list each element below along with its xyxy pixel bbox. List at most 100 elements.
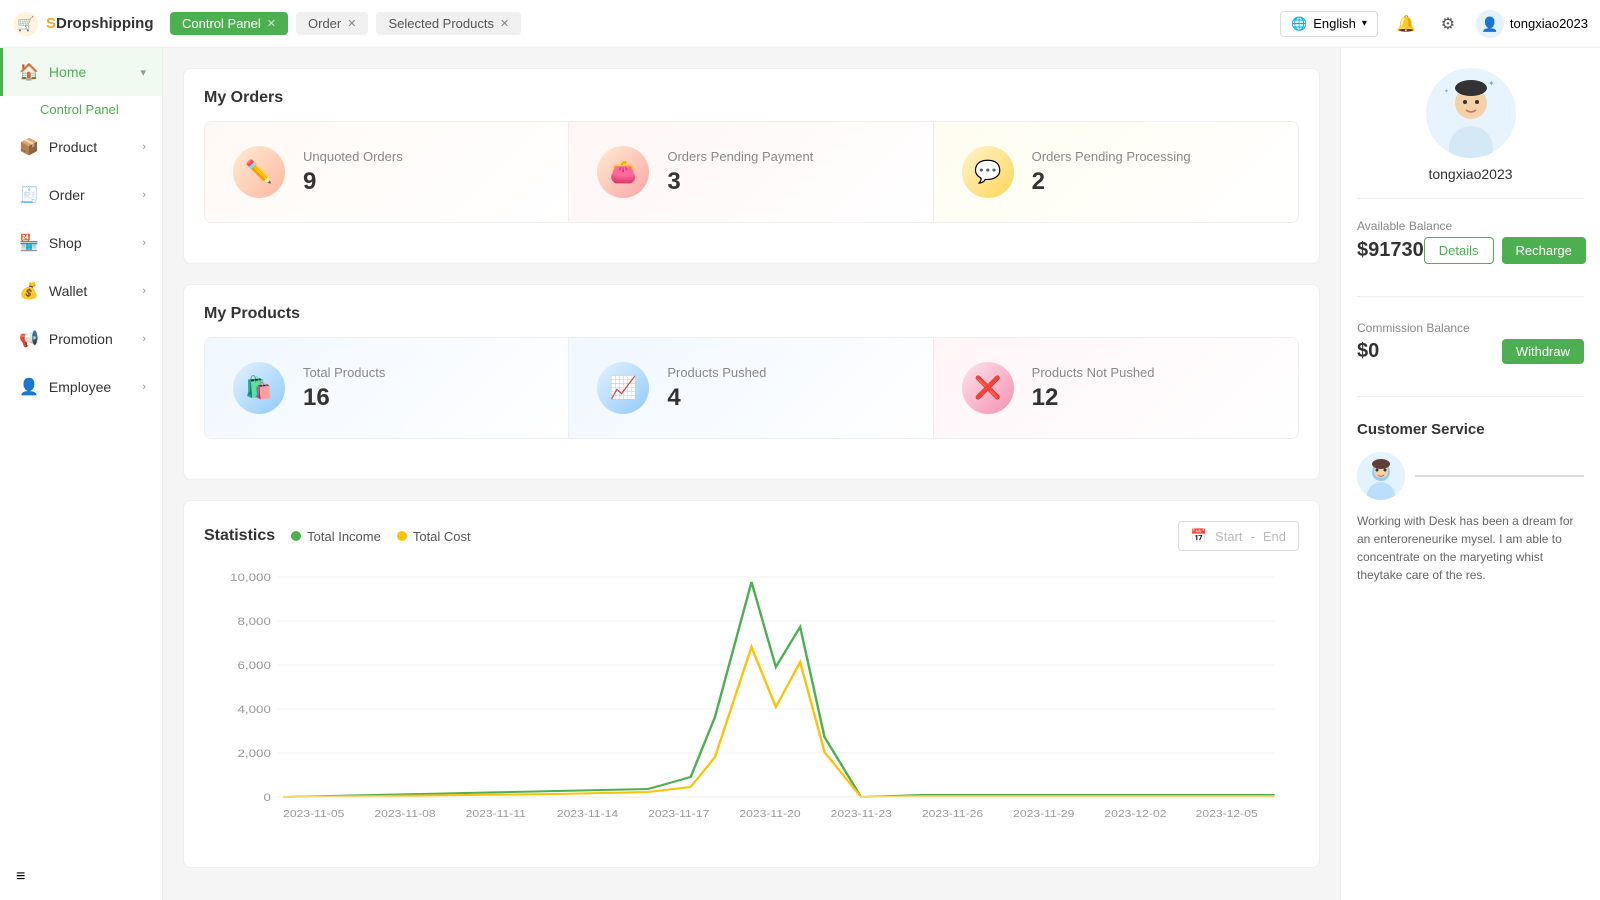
available-balance-row: $91730 Details Recharge — [1357, 237, 1584, 264]
withdraw-button[interactable]: Withdraw — [1502, 339, 1584, 364]
sidebar-item-order[interactable]: 🧾 Order › — [0, 171, 162, 219]
user-avatar-small: 👤 — [1476, 10, 1504, 38]
promotion-icon: 📢 — [19, 329, 39, 349]
commission-balance-section: Commission Balance $0 Withdraw — [1357, 321, 1584, 372]
employee-icon: 👤 — [19, 377, 39, 397]
products-not-pushed-icon: ❌ — [962, 362, 1014, 414]
calendar-icon: 📅 — [1191, 528, 1207, 544]
sidebar-item-employee[interactable]: 👤 Employee › — [0, 363, 162, 411]
chevron-shop-icon: › — [142, 237, 146, 249]
tab-close-control-panel[interactable]: ✕ — [267, 17, 276, 30]
user-avatar-large: ✦ ✦ — [1426, 68, 1516, 158]
svg-text:6,000: 6,000 — [237, 659, 271, 672]
products-not-pushed-card: ❌ Products Not Pushed 12 — [934, 338, 1298, 438]
shop-icon: 🏪 — [19, 233, 39, 253]
svg-text:👤: 👤 — [1481, 16, 1498, 33]
customer-service-title: Customer Service — [1357, 421, 1584, 438]
sidebar-item-shop[interactable]: 🏪 Shop › — [0, 219, 162, 267]
wallet-icon: 💰 — [19, 281, 39, 301]
unquoted-orders-icon: ✏️ — [233, 146, 285, 198]
income-dot — [291, 531, 301, 541]
available-balance-actions: Details Recharge — [1424, 237, 1586, 264]
products-pushed-label: Products Pushed — [667, 365, 766, 380]
chevron-employee-icon: › — [142, 381, 146, 393]
logo-text: SDropshipping — [46, 15, 154, 32]
pending-processing-value: 2 — [1032, 168, 1191, 196]
sidebar-bottom-menu[interactable]: ≡ — [0, 854, 162, 900]
total-products-value: 16 — [303, 384, 385, 412]
balance-divider — [1357, 296, 1584, 297]
main-layout: 🏠 Home ▾ Control Panel 📦 Product › 🧾 Ord… — [0, 48, 1600, 900]
language-selector[interactable]: 🌐 English ▾ — [1280, 11, 1378, 37]
svg-text:✦: ✦ — [1444, 88, 1449, 95]
order-icon: 🧾 — [19, 185, 39, 205]
sidebar-sub-control-panel[interactable]: Control Panel — [0, 96, 162, 123]
products-pushed-card: 📈 Products Pushed 4 — [569, 338, 933, 438]
legend-total-cost: Total Cost — [397, 529, 471, 544]
sidebar-item-home[interactable]: 🏠 Home ▾ — [0, 48, 162, 96]
svg-text:10,000: 10,000 — [230, 571, 271, 584]
cs-message-text: Working with Desk has been a dream for a… — [1357, 512, 1584, 584]
svg-text:2023-12-02: 2023-12-02 — [1104, 809, 1166, 820]
unquoted-orders-value: 9 — [303, 168, 403, 196]
svg-text:2023-11-11: 2023-11-11 — [466, 809, 526, 820]
settings-gear-icon[interactable]: ⚙ — [1434, 10, 1462, 38]
unquoted-orders-card: ✏️ Unquoted Orders 9 — [205, 122, 569, 222]
home-icon: 🏠 — [19, 62, 39, 82]
user-info[interactable]: 👤 tongxiao2023 — [1476, 10, 1588, 38]
cost-dot — [397, 531, 407, 541]
pending-payment-label: Orders Pending Payment — [667, 149, 813, 164]
chevron-product-icon: › — [142, 141, 146, 153]
my-orders-section: My Orders ✏️ Unquoted Orders 9 👛 Orders … — [183, 68, 1320, 264]
unquoted-orders-label: Unquoted Orders — [303, 149, 403, 164]
sidebar-item-product[interactable]: 📦 Product › — [0, 123, 162, 171]
cs-status-line — [1415, 475, 1584, 477]
details-button[interactable]: Details — [1424, 237, 1494, 264]
total-products-icon: 🛍️ — [233, 362, 285, 414]
svg-text:2023-11-08: 2023-11-08 — [374, 809, 435, 820]
commission-balance-value: $0 — [1357, 340, 1379, 363]
available-balance-label: Available Balance — [1357, 219, 1584, 233]
tab-order[interactable]: Order ✕ — [296, 12, 368, 35]
svg-text:0: 0 — [263, 791, 271, 804]
tab-close-order[interactable]: ✕ — [347, 17, 356, 30]
notification-bell-icon[interactable]: 🔔 — [1392, 10, 1420, 38]
available-balance-value: $91730 — [1357, 239, 1424, 262]
svg-text:2023-12-05: 2023-12-05 — [1196, 809, 1258, 820]
user-profile: ✦ ✦ tongxiao2023 — [1357, 68, 1584, 199]
products-cards-row: 🛍️ Total Products 16 📈 Products Pushed 4… — [204, 337, 1299, 439]
tab-close-selected-products[interactable]: ✕ — [500, 17, 509, 30]
total-products-card: 🛍️ Total Products 16 — [205, 338, 569, 438]
cs-divider — [1357, 396, 1584, 397]
date-end-placeholder: End — [1263, 529, 1286, 544]
pending-processing-label: Orders Pending Processing — [1032, 149, 1191, 164]
statistics-title: Statistics — [204, 527, 275, 545]
date-range-picker[interactable]: 📅 Start - End — [1178, 521, 1299, 551]
chart-area: 10,000 8,000 6,000 4,000 2,000 0 2023-11… — [204, 567, 1299, 847]
legend-total-income: Total Income — [291, 529, 381, 544]
date-start-placeholder: Start — [1215, 529, 1242, 544]
tab-selected-products[interactable]: Selected Products ✕ — [376, 12, 521, 35]
chevron-wallet-icon: › — [142, 285, 146, 297]
menu-icon: ≡ — [16, 868, 25, 885]
svg-text:2023-11-20: 2023-11-20 — [739, 809, 800, 820]
sidebar-item-promotion[interactable]: 📢 Promotion › — [0, 315, 162, 363]
statistics-chart: 10,000 8,000 6,000 4,000 2,000 0 2023-11… — [204, 567, 1299, 847]
svg-text:4,000: 4,000 — [237, 703, 271, 716]
svg-text:2023-11-26: 2023-11-26 — [922, 809, 983, 820]
my-products-section: My Products 🛍️ Total Products 16 📈 Produ… — [183, 284, 1320, 480]
pending-processing-icon: 💬 — [962, 146, 1014, 198]
logo-icon: 🛒 — [12, 10, 40, 38]
commission-balance-label: Commission Balance — [1357, 321, 1584, 335]
products-not-pushed-value: 12 — [1032, 384, 1155, 412]
globe-icon: 🌐 — [1291, 16, 1307, 32]
available-balance-section: Available Balance $91730 Details Recharg… — [1357, 219, 1584, 272]
svg-text:✦: ✦ — [1488, 79, 1495, 88]
recharge-button[interactable]: Recharge — [1502, 237, 1586, 264]
tab-control-panel[interactable]: Control Panel ✕ — [170, 12, 288, 35]
svg-text:2023-11-23: 2023-11-23 — [831, 809, 892, 820]
right-panel-username: tongxiao2023 — [1428, 166, 1512, 182]
commission-balance-row: $0 Withdraw — [1357, 339, 1584, 364]
statistics-header: Statistics Total Income Total Cost 📅 — [204, 521, 1299, 551]
sidebar-item-wallet[interactable]: 💰 Wallet › — [0, 267, 162, 315]
